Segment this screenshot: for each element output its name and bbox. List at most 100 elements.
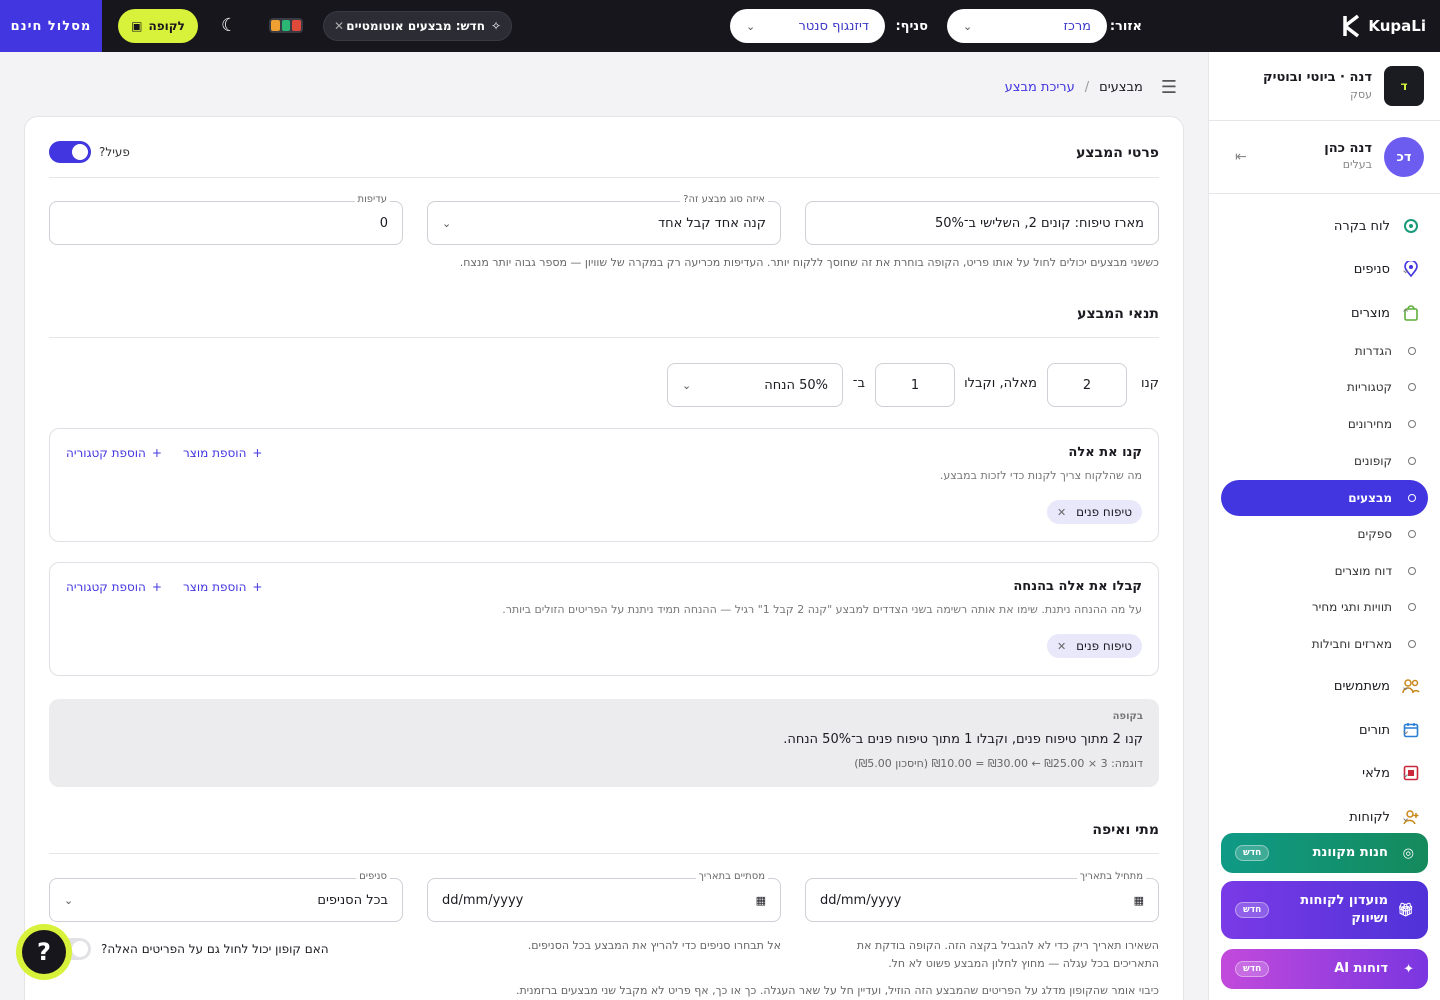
subnav-label: מחירונים (1347, 417, 1392, 431)
breadcrumb-separator: / (1084, 80, 1090, 95)
get-items-desc: על מה ההנחה ניתנת. שימו את אותה רשימה בש… (502, 603, 1142, 616)
promo-label: חנות מקוונת (1312, 845, 1388, 860)
promotion-type-select[interactable]: איזה סוג מבצע זה? קנה אחד קבל אחד ⌄ (427, 194, 781, 245)
chevron-down-icon: ⌄ (64, 893, 74, 907)
nav-label: משתמשים (1333, 678, 1390, 694)
bullet-icon (1408, 603, 1416, 611)
nav-item-customers[interactable]: לקוחות ⌄ (1209, 800, 1440, 834)
branches-select[interactable]: סניפים בכל הסניפים ⌄ (49, 871, 403, 922)
sidebar: ד דנה · ביוטי ובוטיק עסק דכ דנה כהן בעלי… (1208, 52, 1440, 1000)
close-icon[interactable]: ✕ (1057, 640, 1066, 653)
priority-input[interactable]: עדיפות 0 (49, 194, 403, 245)
add-product-button[interactable]: + הוספת מוצר (183, 446, 262, 460)
chevron-down-icon: ⌄ (1401, 766, 1411, 780)
category-tag[interactable]: טיפוח פנים ✕ (1046, 500, 1142, 524)
nav-item-dashboard[interactable]: לוח בקרה (1209, 209, 1440, 243)
add-category-button[interactable]: + הוספת קטגוריה (66, 580, 162, 594)
promotion-type-label: איזה סוג מבצע זה? (680, 194, 768, 205)
nav-item-appointments[interactable]: תורים ⌄ (1209, 713, 1440, 747)
add-category-button[interactable]: + הוספת קטגוריה (66, 446, 162, 460)
branch-value: דיזנגוף סנטר (798, 18, 869, 34)
calendar-icon[interactable]: ▦ (1134, 894, 1144, 907)
theme-swatch (270, 20, 280, 31)
divider (1209, 120, 1440, 121)
start-date-value: dd/mm/yyyy (820, 892, 902, 908)
coupon-question: האם קופון יכול לחול גם על הפריטים האלה? (101, 942, 329, 956)
add-category-label: הוספת קטגוריה (66, 446, 146, 460)
top-bar: KupaLi אזור: מרכז ⌄ סניף: דיזנגוף סנטר ⌄… (0, 0, 1440, 52)
free-plan-label: מסלול חינם (10, 18, 92, 34)
promotion-type-value: קנה אחד קבל אחד (657, 215, 766, 231)
discount-select[interactable]: 50% הנחה ⌄ (667, 363, 843, 407)
breadcrumb-current[interactable]: עריכת מבצע (1005, 80, 1075, 95)
nav-label: לוח בקרה (1333, 218, 1390, 234)
add-product-label: הוספת מוצר (183, 446, 247, 460)
tag-label: טיפוח פנים (1076, 505, 1132, 519)
section-title-details: פרטי המבצע (1076, 145, 1159, 161)
chevron-down-icon: ⌄ (1401, 723, 1411, 737)
moon-icon[interactable]: ☾ (221, 15, 237, 36)
priority-label: עדיפות (354, 194, 390, 205)
end-date-input[interactable]: מסתיים בתאריך ▦ dd/mm/yyyy (427, 871, 781, 922)
buy-quantity-input[interactable]: 2 (1047, 363, 1127, 407)
calendar-icon[interactable]: ▦ (756, 894, 766, 907)
bullet-icon (1408, 640, 1416, 648)
online-store-promo[interactable]: ◎ חנות מקוונת חדש (1221, 833, 1428, 873)
dates-help-line-1: השאירו תאריך ריק כדי לא להגביל בקצה הזה.… (856, 939, 1159, 952)
start-date-input[interactable]: מתחיל בתאריך ▦ dd/mm/yyyy (805, 871, 1159, 922)
app-logo[interactable]: KupaLi (1342, 0, 1426, 52)
tag-label: טיפוח פנים (1076, 639, 1132, 653)
coupon-help: כיבוי אומר שהקופון מדלג על הפריטים שהמבצ… (515, 984, 1159, 997)
chevron-down-icon: ⌄ (442, 216, 452, 230)
subnav-item[interactable]: ספקים (1209, 517, 1440, 551)
logo-text: KupaLi (1368, 17, 1426, 35)
checkout-summary: בקופה קנו 2 מתוך טיפוח פנים, וקבלו 1 מתו… (49, 699, 1159, 787)
help-button[interactable]: ? (16, 924, 72, 980)
new-feature-text: חדש: מבצעים אוטומטיים (346, 19, 485, 33)
nav-item-branches[interactable]: סניפים ⌄ (1209, 252, 1440, 286)
subnav-item[interactable]: הגדרות (1209, 334, 1440, 368)
branch-select[interactable]: דיזנגוף סנטר ⌄ (730, 9, 885, 43)
section-title-when: מתי ואיפה (1092, 822, 1159, 838)
subnav-item[interactable]: תוויות ותגי מחיר (1209, 590, 1440, 624)
subnav-item[interactable]: קטגוריות (1209, 370, 1440, 404)
subnav-label: הגדרות (1354, 344, 1392, 358)
menu-icon[interactable]: ☰ (1161, 77, 1177, 98)
subnav-label: תוויות ותגי מחיר (1311, 600, 1392, 614)
nav-item-users[interactable]: משתמשים ⌄ (1209, 669, 1440, 703)
loyalty-club-promo[interactable]: 🎁︎ מועדון לקוחות ושיווק חדש (1221, 881, 1428, 939)
end-date-value: dd/mm/yyyy (442, 892, 524, 908)
promotion-name-input[interactable]: מארז טיפוח: קונים 2, השלישי ב־50% (805, 201, 1159, 245)
get-quantity-value: 1 (910, 377, 920, 393)
subnav-item[interactable]: קופונים (1209, 444, 1440, 478)
add-product-button[interactable]: + הוספת מוצר (183, 580, 262, 594)
get-quantity-input[interactable]: 1 (875, 363, 955, 407)
category-tag[interactable]: טיפוח פנים ✕ (1046, 634, 1142, 658)
new-feature-chip[interactable]: ✧ חדש: מבצעים אוטומטיים ✕ (323, 11, 512, 41)
breadcrumb-root[interactable]: מבצעים (1099, 80, 1143, 95)
branches-value: בכל הסניפים (317, 892, 388, 908)
area-select[interactable]: מרכז ⌄ (947, 9, 1107, 43)
business-switcher[interactable]: ד דנה · ביוטי ובוטיק עסק (1225, 66, 1424, 108)
bullet-icon (1408, 530, 1416, 538)
register-button[interactable]: לקופה ▣ (118, 9, 198, 43)
ai-reports-promo[interactable]: ✦ דוחות AI חדש (1221, 949, 1428, 989)
bullet-icon (1408, 420, 1416, 428)
subnav-item[interactable]: דוח מוצרים (1209, 554, 1440, 588)
active-toggle[interactable] (49, 141, 91, 163)
priority-value: 0 (379, 215, 388, 231)
promotion-name-value: מארז טיפוח: קונים 2, השלישי ב־50% (934, 215, 1144, 231)
logout-icon[interactable]: ⇤ (1235, 149, 1247, 165)
at-word: ב־ (852, 376, 865, 391)
nav-item-products[interactable]: מוצרים ⌃ (1209, 296, 1440, 330)
theme-colors-button[interactable] (269, 18, 303, 33)
close-icon[interactable]: ✕ (1057, 506, 1066, 519)
close-icon[interactable]: ✕ (334, 19, 344, 33)
chevron-down-icon: ⌄ (1401, 262, 1411, 276)
subnav-item[interactable]: מארזים וחבילות (1209, 627, 1440, 661)
subnav-item[interactable]: מחירונים (1209, 407, 1440, 441)
subnav-item-active[interactable]: מבצעים (1221, 480, 1428, 516)
summary-label: בקופה (1112, 711, 1143, 722)
free-plan-button[interactable]: מסלול חינם (0, 0, 102, 52)
nav-item-inventory[interactable]: מלאי ⌄ (1209, 756, 1440, 790)
